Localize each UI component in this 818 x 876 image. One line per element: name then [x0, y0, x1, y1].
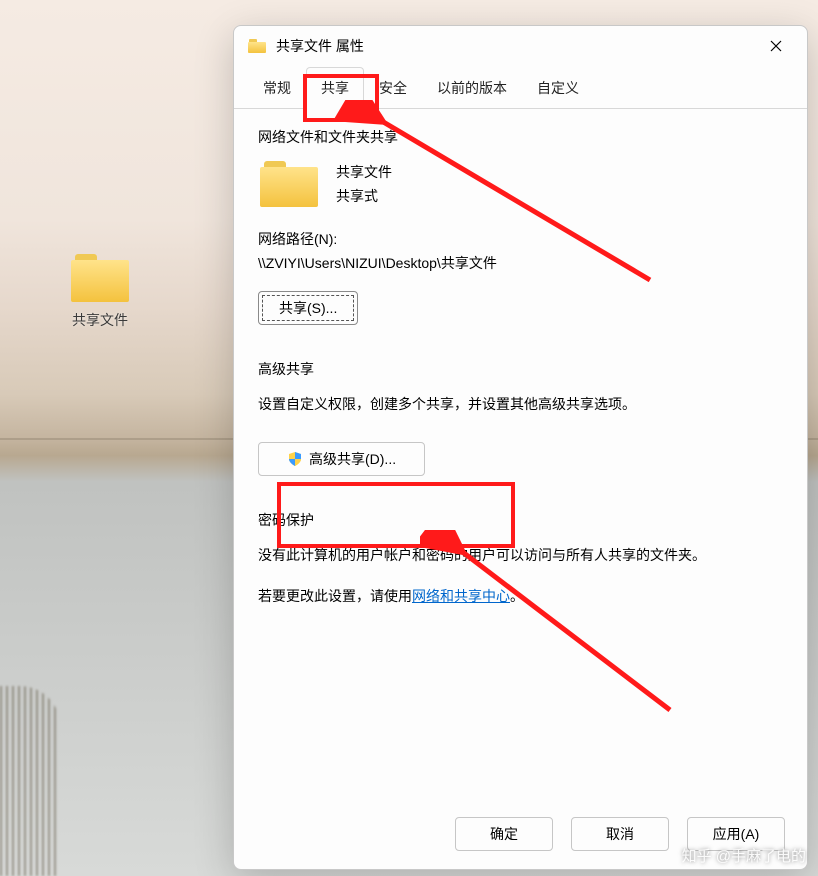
tab-custom[interactable]: 自定义 [522, 67, 594, 109]
group-title-network: 网络文件和文件夹共享 [258, 127, 783, 147]
network-path-label: 网络路径(N): [258, 229, 783, 249]
password-desc: 没有此计算机的用户帐户和密码的用户可以访问与所有人共享的文件夹。 [258, 544, 783, 568]
change-suffix: 。 [510, 588, 524, 604]
advanced-share-button[interactable]: 高级共享(D)... [258, 442, 425, 476]
group-network-sharing: 网络文件和文件夹共享 共享文件 共享式 网络路径(N): \\ZVIYI\Use… [258, 127, 783, 325]
folder-icon [260, 161, 318, 207]
properties-dialog: 共享文件 属性 常规 共享 安全 以前的版本 自定义 网络文件和文件夹共享 共享… [233, 25, 808, 870]
dialog-title: 共享文件 属性 [276, 36, 753, 56]
folder-texts: 共享文件 共享式 [336, 161, 392, 209]
tab-content: 网络文件和文件夹共享 共享文件 共享式 网络路径(N): \\ZVIYI\Use… [234, 109, 807, 805]
advanced-desc: 设置自定义权限，创建多个共享，并设置其他高级共享选项。 [258, 393, 783, 417]
close-icon [770, 40, 782, 52]
group-advanced-sharing: 高级共享 设置自定义权限，创建多个共享，并设置其他高级共享选项。 高级共享(D)… [258, 359, 783, 477]
desktop-folder-label: 共享文件 [60, 310, 140, 330]
tab-general[interactable]: 常规 [248, 67, 306, 109]
folder-info-row: 共享文件 共享式 [258, 161, 783, 209]
close-button[interactable] [753, 30, 799, 62]
tab-security[interactable]: 安全 [364, 67, 422, 109]
titlebar: 共享文件 属性 [234, 26, 807, 66]
share-button[interactable]: 共享(S)... [258, 291, 358, 325]
desktop-folder-icon[interactable]: 共享文件 [60, 254, 140, 330]
share-state: 共享式 [336, 185, 392, 209]
tab-share[interactable]: 共享 [306, 67, 364, 109]
shield-icon [287, 451, 303, 467]
watermark: 知乎 @手麻了电的 [682, 845, 806, 866]
ok-button[interactable]: 确定 [455, 817, 553, 851]
change-setting-line: 若要更改此设置，请使用网络和共享中心。 [258, 586, 783, 606]
group-password-protection: 密码保护 没有此计算机的用户帐户和密码的用户可以访问与所有人共享的文件夹。 若要… [258, 510, 783, 606]
tab-previous-versions[interactable]: 以前的版本 [422, 67, 522, 109]
group-title-password: 密码保护 [258, 510, 783, 530]
folder-name: 共享文件 [336, 161, 392, 185]
folder-icon [71, 254, 129, 302]
change-prefix: 若要更改此设置，请使用 [258, 588, 412, 604]
cancel-button[interactable]: 取消 [571, 817, 669, 851]
folder-icon [248, 39, 266, 53]
network-sharing-center-link[interactable]: 网络和共享中心 [412, 588, 510, 604]
group-title-advanced: 高级共享 [258, 359, 783, 379]
tab-strip: 常规 共享 安全 以前的版本 自定义 [234, 66, 807, 109]
network-path-value: \\ZVIYI\Users\NIZUI\Desktop\共享文件 [258, 253, 783, 273]
reeds-decoration [0, 686, 60, 876]
